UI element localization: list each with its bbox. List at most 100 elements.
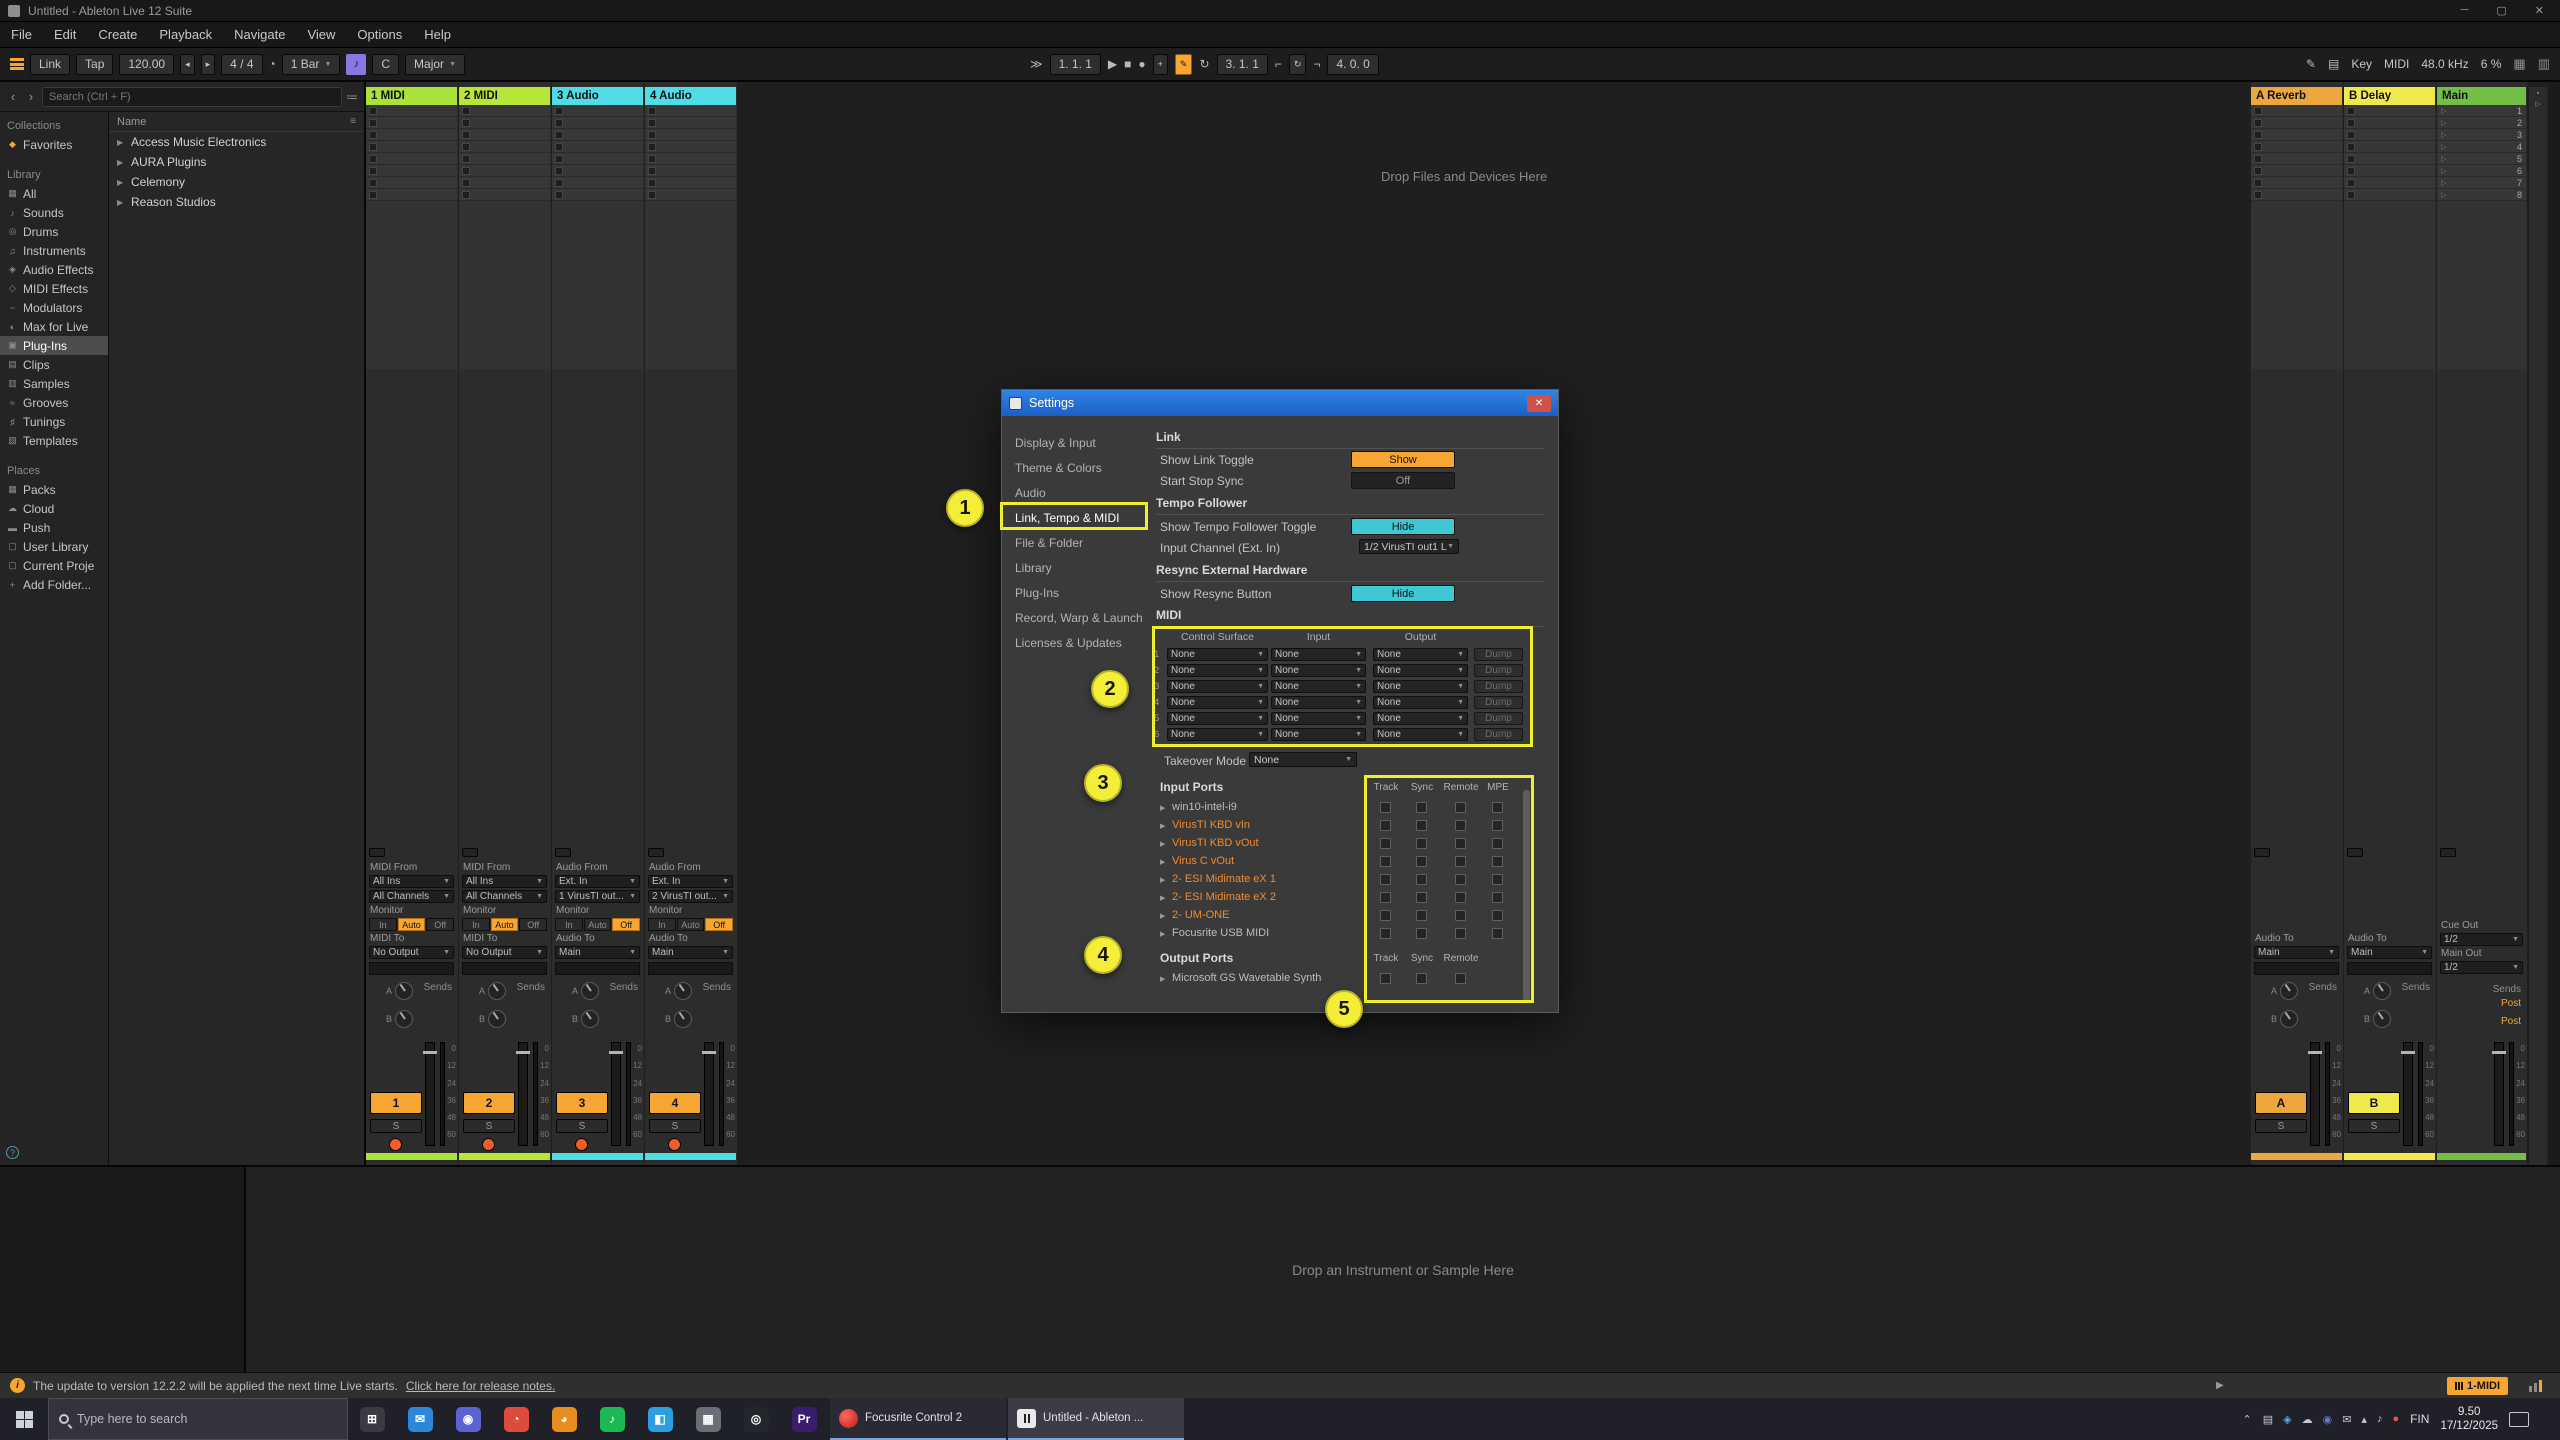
clip-stop-button[interactable]: [555, 179, 563, 187]
clip-stop-button[interactable]: [2254, 131, 2262, 139]
clip-slot[interactable]: [2251, 129, 2342, 141]
midi-output-chooser[interactable]: None▼: [1373, 680, 1468, 693]
clip-slot[interactable]: [552, 177, 643, 189]
monitor-off-button[interactable]: Off: [519, 918, 547, 931]
monitor-off-button[interactable]: Off: [705, 918, 733, 931]
solo-button[interactable]: S: [463, 1119, 515, 1133]
sidebar-item-library[interactable]: ♫ Instruments: [0, 241, 108, 260]
clip-stop-button[interactable]: [555, 131, 563, 139]
clip-slot[interactable]: [2344, 153, 2435, 165]
sidebar-item-place[interactable]: ▢ Current Proje: [0, 556, 108, 575]
sync-checkbox[interactable]: [1416, 802, 1427, 813]
taskbar-app-button[interactable]: ◕: [540, 1398, 588, 1440]
clip-stop-button[interactable]: [555, 167, 563, 175]
scene-play-icon[interactable]: ▷: [2441, 155, 2446, 163]
midi-output-chooser[interactable]: None▼: [1373, 712, 1468, 725]
mpe-checkbox[interactable]: [1492, 856, 1503, 867]
solo-button[interactable]: S: [556, 1119, 608, 1133]
monitor-auto-button[interactable]: Auto: [677, 918, 705, 931]
clip-stop-button[interactable]: [2254, 191, 2262, 199]
expander-icon[interactable]: ▶: [1160, 804, 1165, 812]
close-button[interactable]: ✕: [2535, 4, 2544, 17]
remote-checkbox[interactable]: [1455, 892, 1466, 903]
track-checkbox[interactable]: [1380, 892, 1391, 903]
clip-slot[interactable]: [2251, 165, 2342, 177]
remote-checkbox[interactable]: [1455, 973, 1466, 984]
midi-input-chooser[interactable]: None▼: [1271, 712, 1366, 725]
remote-checkbox[interactable]: [1455, 802, 1466, 813]
session-panel-toggle-icon[interactable]: ▦: [2513, 56, 2525, 72]
mpe-checkbox[interactable]: [1492, 910, 1503, 921]
clip-slot[interactable]: [366, 189, 457, 201]
clip-slot[interactable]: [645, 153, 736, 165]
minimize-button[interactable]: ─: [2461, 4, 2469, 17]
overdub-button[interactable]: +: [1153, 54, 1168, 75]
clip-slot[interactable]: [366, 165, 457, 177]
midi-input-chooser[interactable]: None▼: [1271, 680, 1366, 693]
taskbar-app-button[interactable]: ✉: [396, 1398, 444, 1440]
clip-stop-button[interactable]: [2347, 155, 2355, 163]
track-activator[interactable]: 2: [463, 1092, 515, 1114]
track-header[interactable]: A Reverb: [2251, 87, 2342, 105]
settings-tab[interactable]: Library: [1002, 555, 1147, 580]
send-b-knob[interactable]: [395, 1010, 413, 1028]
volume-fader[interactable]: [425, 1042, 435, 1146]
clip-stop-button[interactable]: [369, 107, 377, 115]
automation-arm-button[interactable]: ✎: [1175, 54, 1193, 75]
remote-checkbox[interactable]: [1455, 910, 1466, 921]
arrangement-position-field[interactable]: 1. 1. 1: [1050, 54, 1101, 75]
monitor-in-button[interactable]: In: [369, 918, 397, 931]
sync-checkbox[interactable]: [1416, 973, 1427, 984]
volume-fader[interactable]: [611, 1042, 621, 1146]
settings-tab[interactable]: Theme & Colors: [1002, 455, 1147, 480]
expander-icon[interactable]: ▶: [1160, 858, 1165, 866]
sidebar-item-library[interactable]: ◎ Drums: [0, 222, 108, 241]
stop-button[interactable]: ■: [1124, 57, 1131, 71]
clip-slot[interactable]: [552, 105, 643, 117]
monitor-in-button[interactable]: In: [648, 918, 676, 931]
start-button[interactable]: [0, 1398, 48, 1440]
browser-list-item[interactable]: ▶ Celemony: [109, 172, 364, 192]
send-a-knob[interactable]: [488, 982, 506, 1000]
fader-handle[interactable]: [702, 1051, 716, 1054]
scene-slot[interactable]: ▷ 5: [2437, 153, 2526, 165]
clip-slot[interactable]: [459, 165, 550, 177]
track-activator[interactable]: A: [2255, 1092, 2307, 1114]
clip-stop-button[interactable]: [648, 143, 656, 151]
dump-button[interactable]: Dump: [1474, 712, 1523, 725]
midi-input-chooser[interactable]: None▼: [1271, 648, 1366, 661]
show-link-toggle-button[interactable]: Show: [1351, 451, 1455, 468]
clip-slot[interactable]: [645, 141, 736, 153]
send-a-knob[interactable]: [395, 982, 413, 1000]
input-channel-chooser[interactable]: 1/2 VirusTI out1 L▼: [1359, 539, 1459, 554]
midi-input-chooser[interactable]: None▼: [1271, 728, 1366, 741]
tap-tempo-button[interactable]: Tap: [76, 54, 113, 75]
clip-stop-button[interactable]: [648, 167, 656, 175]
clip-stop-button[interactable]: [462, 155, 470, 163]
solo-button[interactable]: S: [2255, 1119, 2307, 1133]
arm-button[interactable]: [389, 1138, 402, 1151]
play-button[interactable]: ▶: [1108, 57, 1117, 71]
scene-play-icon[interactable]: ▷: [2441, 167, 2446, 175]
clip-slot[interactable]: [2344, 129, 2435, 141]
dump-button[interactable]: Dump: [1474, 648, 1523, 661]
control-surface-chooser[interactable]: None▼: [1167, 680, 1268, 693]
clip-slot[interactable]: [366, 177, 457, 189]
menu-item[interactable]: Playback: [148, 27, 223, 42]
track-activator[interactable]: 4: [649, 1092, 701, 1114]
clip-stop-button[interactable]: [462, 167, 470, 175]
midi-output-chooser[interactable]: None▼: [1373, 664, 1468, 677]
keyboard-icon[interactable]: ▤: [2328, 57, 2339, 71]
maximize-button[interactable]: ▢: [2496, 4, 2506, 17]
menu-item[interactable]: Edit: [43, 27, 87, 42]
clip-slot[interactable]: [2344, 189, 2435, 201]
output-chooser[interactable]: Main▼: [2347, 946, 2432, 959]
sidebar-item-library[interactable]: ♯ Tunings: [0, 412, 108, 431]
clip-stop-button[interactable]: [648, 119, 656, 127]
main-volume-fader[interactable]: [2494, 1042, 2504, 1146]
main-out-chooser[interactable]: 1/2▼: [2440, 961, 2523, 974]
settings-tab[interactable]: Plug-Ins: [1002, 580, 1147, 605]
expander-icon[interactable]: ▶: [1160, 930, 1165, 938]
fader-handle[interactable]: [2401, 1051, 2415, 1054]
dump-button[interactable]: Dump: [1474, 680, 1523, 693]
